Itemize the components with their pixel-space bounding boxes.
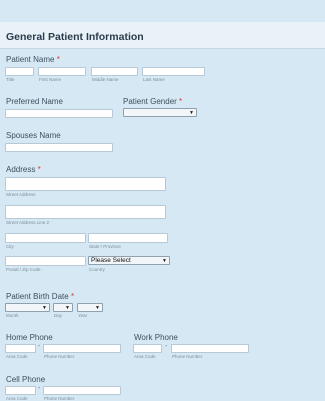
postal-code-input[interactable] [5, 256, 86, 266]
home-area-code-sublabel: Area Code [6, 354, 28, 359]
country-select[interactable]: Please Select ▼ [88, 256, 170, 265]
home-phone-dash: - [38, 343, 41, 350]
cell-phone-dash: - [38, 385, 41, 392]
chevron-down-icon: ▼ [65, 305, 70, 311]
last-name-sublabel: Last Name [143, 77, 165, 82]
chevron-down-icon: ▼ [189, 110, 194, 116]
work-phone-number-sublabel: Phone Number [172, 354, 203, 359]
preferred-name-input[interactable] [5, 109, 113, 118]
cell-phone-number-input[interactable] [43, 386, 121, 395]
cell-area-code-input[interactable] [5, 386, 36, 395]
home-area-code-input[interactable] [5, 344, 36, 353]
state-sublabel: State / Province [89, 244, 121, 249]
state-input[interactable] [88, 233, 168, 243]
home-phone-number-sublabel: Phone Number [44, 354, 75, 359]
spouses-name-label: Spouses Name [6, 131, 61, 140]
patient-name-label: Patient Name * [6, 55, 60, 64]
street-address-input[interactable] [5, 177, 166, 191]
required-mark: * [37, 165, 41, 174]
patient-gender-label: Patient Gender * [123, 97, 183, 106]
city-sublabel: City [6, 244, 14, 249]
title-sublabel: Title [6, 77, 15, 82]
birth-date-label: Patient Birth Date * [6, 292, 75, 301]
last-name-input[interactable] [142, 67, 205, 76]
street-address-2-sublabel: Street Address Line 2 [6, 220, 50, 225]
middle-name-input[interactable] [91, 67, 138, 76]
first-name-input[interactable] [38, 67, 86, 76]
cell-phone-label: Cell Phone [6, 375, 46, 384]
postal-code-sublabel: Postal / Zip Code [6, 267, 41, 272]
spouses-name-input[interactable] [5, 143, 113, 152]
cell-phone-number-sublabel: Phone Number [44, 396, 75, 401]
required-mark: * [56, 55, 60, 64]
cell-area-code-sublabel: Area Code [6, 396, 28, 401]
required-mark: * [70, 292, 75, 301]
work-phone-dash: - [165, 343, 168, 350]
title-input[interactable] [5, 67, 34, 76]
chevron-down-icon: ▼ [42, 305, 47, 311]
birth-month-select[interactable]: ▼ [5, 303, 50, 312]
birth-year-select[interactable]: ▼ [77, 303, 103, 312]
month-sublabel: Month [6, 313, 19, 318]
top-band [0, 0, 325, 22]
first-name-sublabel: First Name [39, 77, 62, 82]
work-phone-label: Work Phone [134, 333, 178, 342]
day-sublabel: Day [54, 313, 63, 318]
work-area-code-sublabel: Area Code [134, 354, 156, 359]
chevron-down-icon: ▼ [95, 305, 100, 311]
address-label: Address * [6, 165, 41, 174]
required-mark: * [179, 97, 183, 106]
country-sublabel: Country [89, 267, 105, 272]
birth-day-select[interactable]: ▼ [53, 303, 73, 312]
work-area-code-input[interactable] [133, 344, 162, 353]
year-sublabel: Year [78, 313, 88, 318]
street-address-2-input[interactable] [5, 205, 166, 219]
home-phone-label: Home Phone [6, 333, 53, 342]
work-phone-number-input[interactable] [171, 344, 249, 353]
page-title: General Patient Information [6, 31, 144, 43]
city-input[interactable] [5, 233, 86, 243]
country-select-value: Please Select [91, 257, 131, 264]
home-phone-number-input[interactable] [43, 344, 121, 353]
gender-select[interactable]: ▼ [123, 108, 197, 117]
chevron-down-icon: ▼ [162, 258, 167, 264]
preferred-name-label: Preferred Name [6, 97, 63, 106]
street-address-sublabel: Street Address [6, 192, 36, 197]
form-header: General Patient Information [0, 22, 325, 49]
middle-name-sublabel: Middle Name [92, 77, 119, 82]
